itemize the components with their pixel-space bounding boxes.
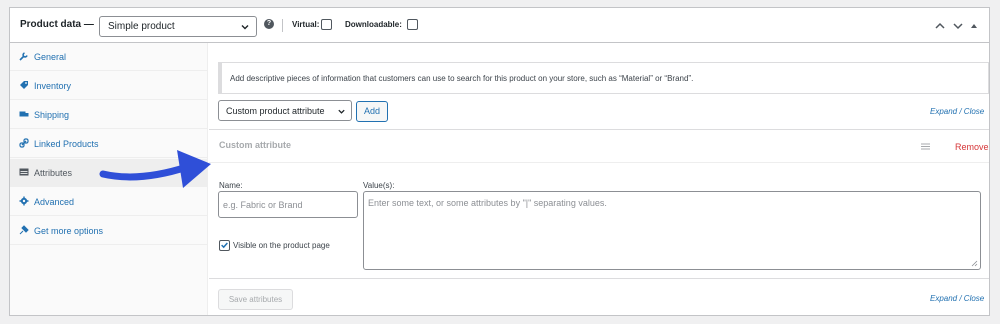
tab-label: Shipping <box>34 110 70 120</box>
custom-attribute-title: Custom attribute <box>219 140 291 150</box>
tag-icon <box>20 81 28 89</box>
tab-get-more-options[interactable]: Get more options <box>10 217 208 245</box>
virtual-checkbox[interactable] <box>321 19 332 30</box>
values-label: Value(s): <box>363 181 395 190</box>
move-down-icon[interactable] <box>952 21 964 31</box>
gear-icon <box>19 196 29 206</box>
downloadable-checkbox[interactable] <box>407 19 418 30</box>
wrench-icon <box>19 52 28 61</box>
tab-label: Inventory <box>34 81 72 91</box>
expand-close-link-bottom[interactable]: Expand / Close <box>930 294 984 303</box>
plugin-icon <box>19 225 29 235</box>
attribute-values-textarea[interactable]: Enter some text, or some attributes by "… <box>363 191 981 270</box>
notice-text: Add descriptive pieces of information th… <box>230 74 694 83</box>
header-separator <box>282 19 283 32</box>
expand-close-link-top[interactable]: Expand / Close <box>930 107 984 116</box>
checkmark-icon <box>221 242 228 249</box>
tab-label: Attributes <box>34 168 73 178</box>
resize-grip-icon[interactable] <box>971 260 978 267</box>
collapse-toggle-icon[interactable] <box>970 21 978 31</box>
tab-label: Advanced <box>34 197 75 207</box>
tab-label: Linked Products <box>34 139 99 149</box>
product-type-select[interactable]: Simple product <box>99 16 257 37</box>
truck-icon <box>19 111 29 117</box>
chevron-down-icon <box>338 109 345 114</box>
help-icon[interactable]: ? <box>264 19 274 29</box>
move-up-icon[interactable] <box>934 21 946 31</box>
visible-on-product-page-label: Visible on the product page <box>233 241 330 250</box>
tab-inventory[interactable]: Inventory <box>10 72 208 100</box>
name-label: Name: <box>219 181 243 190</box>
product-data-title: Product data — <box>20 19 94 30</box>
chevron-down-icon <box>241 25 249 30</box>
visible-on-product-page-checkbox[interactable] <box>219 240 230 251</box>
downloadable-label: Downloadable: <box>345 20 402 29</box>
remove-attribute-link[interactable]: Remove <box>955 142 989 152</box>
list-icon <box>19 168 29 176</box>
tab-label: Get more options <box>34 226 104 236</box>
add-attribute-button[interactable]: Add <box>356 101 388 122</box>
tab-general[interactable]: General <box>10 43 208 71</box>
values-placeholder: Enter some text, or some attributes by "… <box>368 198 607 208</box>
drag-handle-icon[interactable] <box>921 142 930 151</box>
product-type-value: Simple product <box>108 21 175 32</box>
name-placeholder: e.g. Fabric or Brand <box>223 200 303 210</box>
tab-advanced[interactable]: Advanced <box>10 188 208 216</box>
product-data-header: Product data — Simple product ? Virtual:… <box>10 8 989 43</box>
attributes-notice: Add descriptive pieces of information th… <box>218 62 989 94</box>
virtual-label: Virtual: <box>292 20 320 29</box>
tab-label: General <box>34 52 67 62</box>
attribute-name-input[interactable]: e.g. Fabric or Brand <box>218 191 358 218</box>
attribute-type-select[interactable]: Custom product attribute <box>218 100 352 121</box>
attribute-type-value: Custom product attribute <box>226 106 325 116</box>
link-icon <box>19 138 29 148</box>
custom-attribute-header[interactable]: Custom attribute Remove <box>209 130 989 163</box>
tab-shipping[interactable]: Shipping <box>10 101 208 129</box>
save-attributes-button[interactable]: Save attributes <box>218 289 293 310</box>
annotation-arrow-icon <box>99 150 211 188</box>
